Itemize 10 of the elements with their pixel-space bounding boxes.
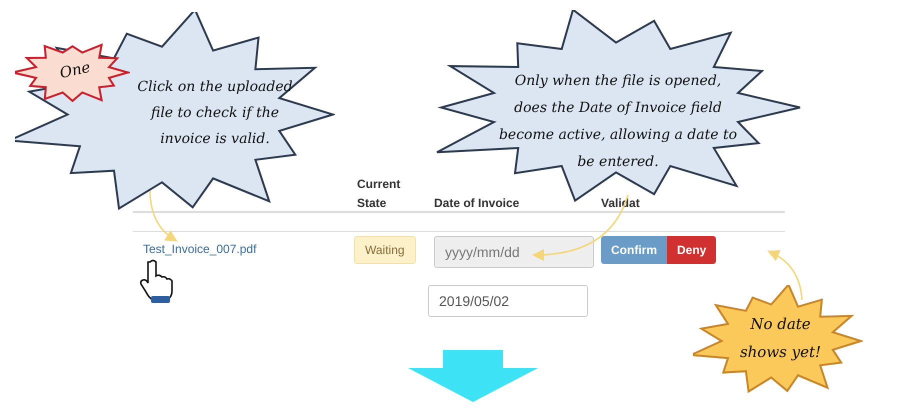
callout-text: One xyxy=(57,57,93,84)
confirm-button[interactable]: Confirm xyxy=(601,236,667,264)
callout-text: Only when the file is opened, does the Date of Invoice field become active, allowing a date to be entered. xyxy=(498,72,738,172)
deny-button[interactable]: Deny xyxy=(667,236,716,264)
column-header: Date of Invoice xyxy=(434,195,520,212)
callout-text: No date shows yet! xyxy=(738,314,822,363)
status-label: Waiting xyxy=(354,236,416,264)
callout-text: Click on the uploaded file to check if the invoice is valid. xyxy=(136,78,294,149)
date-field[interactable]: 2019/05/02 xyxy=(428,285,588,317)
file-link[interactable]: Test_Invoice_007.pdf xyxy=(133,236,357,256)
